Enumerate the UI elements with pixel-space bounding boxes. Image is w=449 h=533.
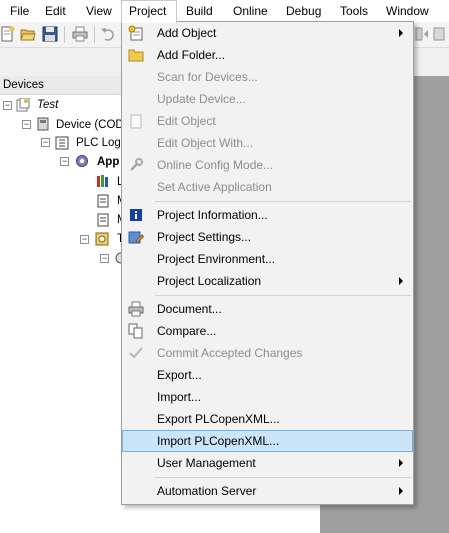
menu-bar: File Edit View Project Build Online Debu… [0,0,449,23]
menu-separator [155,477,411,478]
new-file-icon[interactable] [0,26,16,42]
menu-item-label: Automation Server [157,484,257,498]
application-gear-icon [76,155,88,167]
open-folder-icon[interactable] [20,26,36,42]
menu-item-label: Project Localization [157,274,262,288]
submenu-arrow-icon [399,487,403,495]
menu-window[interactable]: Window [379,0,436,22]
menu-item-label: Update Device... [157,92,246,106]
menu-item-user-management[interactable]: User Management [122,452,413,474]
collapse-toggle[interactable]: − [80,235,89,244]
wrench-icon [130,158,143,171]
menu-item-online-config-mode[interactable]: Online Config Mode... [122,154,413,176]
menu-item-label: Export... [157,368,202,382]
toolbar-icon-right-2[interactable] [432,26,448,42]
menu-item-commit-accepted-changes[interactable]: Commit Accepted Changes [122,342,413,364]
menu-build[interactable]: Build [179,0,220,22]
collapse-toggle[interactable]: − [100,254,109,263]
menu-item-label: Import... [157,390,202,404]
save-icon[interactable] [42,26,58,42]
tree-node-project[interactable]: Test [37,96,58,114]
pou-icon [97,194,109,208]
menu-item-label: Commit Accepted Changes [157,346,303,360]
collapse-toggle[interactable]: − [3,101,12,110]
library-icon [97,175,108,187]
editor-tabstrip [412,48,449,76]
menu-item-document[interactable]: Document... [122,298,413,320]
menu-item-label: Scan for Devices... [157,70,258,84]
menu-item-label: Project Environment... [157,252,276,266]
menu-item-set-active-application[interactable]: Set Active Application [122,176,413,198]
menu-item-label: Edit Object [157,114,216,128]
menu-item-export[interactable]: Export... [122,364,413,386]
info-icon [130,209,142,221]
printer-icon [128,301,144,317]
menu-item-label: Compare... [157,324,217,338]
menu-item-update-device[interactable]: Update Device... [122,88,413,110]
print-icon[interactable] [72,26,88,42]
project-menu-dropdown: Add Object Add Folder... Scan for Device… [121,21,414,505]
devices-tree: − Test − Device (CODE − PLC Logic − App … [0,96,131,533]
menu-item-import-plcopenxml[interactable]: Import PLCopenXML... [122,430,413,452]
submenu-arrow-icon [399,277,403,285]
menu-item-compare[interactable]: Compare... [122,320,413,342]
menu-separator [155,295,411,296]
submenu-arrow-icon [399,459,403,467]
menu-item-add-folder[interactable]: Add Folder... [122,44,413,66]
plc-logic-icon [55,136,69,150]
project-icon [16,98,30,112]
toolbar-separator [94,26,95,43]
menu-item-label: Import PLCopenXML... [157,434,280,448]
folder-icon [128,49,144,62]
menu-online[interactable]: Online [226,0,275,22]
menu-debug[interactable]: Debug [279,0,328,22]
menu-item-label: Project Settings... [157,230,252,244]
menu-item-label: User Management [157,456,256,470]
menu-item-automation-server[interactable]: Automation Server [122,480,413,502]
menu-view[interactable]: View [79,0,119,22]
menu-tools[interactable]: Tools [333,0,375,22]
menu-item-import[interactable]: Import... [122,386,413,408]
menu-separator [155,201,411,202]
menu-edit[interactable]: Edit [38,0,73,22]
pou-icon [97,213,109,227]
toolbar-icon-right-1[interactable] [414,26,430,42]
settings-icon [128,231,144,244]
menu-item-scan-for-devices[interactable]: Scan for Devices... [122,66,413,88]
menu-item-project-localization[interactable]: Project Localization [122,270,413,292]
menu-file[interactable]: File [3,0,36,22]
menu-item-add-object[interactable]: Add Object [122,22,413,44]
menu-item-edit-object[interactable]: Edit Object [122,110,413,132]
commit-icon [129,347,143,359]
collapse-toggle[interactable]: − [41,138,50,147]
menu-item-project-settings[interactable]: Project Settings... [122,226,413,248]
collapse-toggle[interactable]: − [22,120,31,129]
submenu-arrow-icon [399,29,403,37]
menu-item-label: Online Config Mode... [157,158,274,172]
menu-item-label: Add Folder... [157,48,226,62]
menu-item-label: Add Object [157,26,217,40]
menu-item-edit-object-with[interactable]: Edit Object With... [122,132,413,154]
add-object-icon [128,25,143,41]
menu-item-label: Set Active Application [157,180,272,194]
menu-item-label: Project Information... [157,208,268,222]
menu-item-project-environment[interactable]: Project Environment... [122,248,413,270]
toolbar-separator [64,26,65,43]
undo-icon[interactable] [100,26,116,42]
collapse-toggle[interactable]: − [60,157,69,166]
menu-item-label: Export PLCopenXML... [157,412,280,426]
tree-node-application[interactable]: App [97,153,119,171]
menu-project[interactable]: Project [121,0,177,23]
menu-item-export-plcopenxml[interactable]: Export PLCopenXML... [122,408,413,430]
compare-icon [128,323,143,339]
edit-object-icon [130,114,142,129]
task-config-icon [95,232,109,246]
menu-item-label: Document... [157,302,222,316]
menu-item-project-information[interactable]: Project Information... [122,204,413,226]
devices-panel-title: Devices [0,76,130,95]
device-icon [37,117,49,131]
menu-item-label: Edit Object With... [157,136,254,150]
